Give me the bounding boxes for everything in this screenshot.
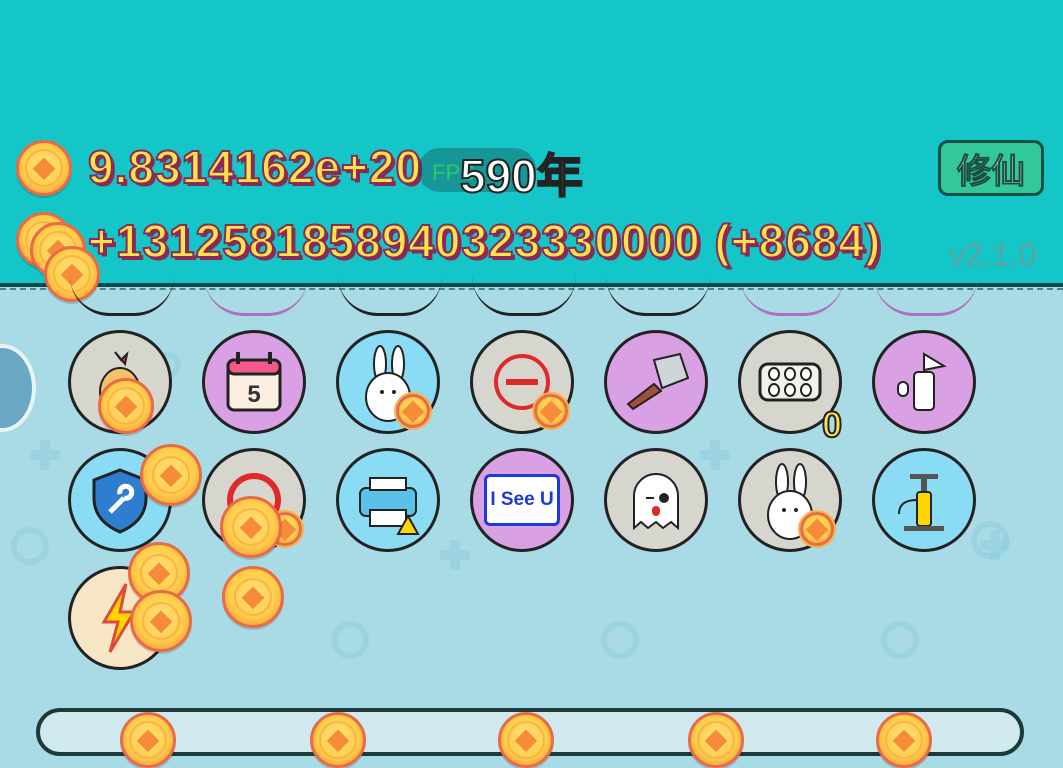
total-coins: 9.8314162e+20 xyxy=(87,140,423,194)
coin-icon xyxy=(130,590,192,652)
coin-icon xyxy=(310,712,366,768)
item-slot-ghost[interactable] xyxy=(604,448,708,552)
item-slot-pump-bottle[interactable] xyxy=(872,330,976,434)
breast-pump-icon xyxy=(897,352,947,411)
coin-icon xyxy=(120,712,176,768)
coin-icon xyxy=(498,712,554,768)
item-slot-calendar[interactable]: 5 xyxy=(202,330,306,434)
egg-tray-icon xyxy=(758,362,822,402)
ghost-icon xyxy=(633,473,679,531)
isee-sign: I See U xyxy=(484,474,560,526)
income-rate: +1312581858940323330000 (+8684) xyxy=(87,214,882,268)
coin-icon xyxy=(98,378,154,434)
year-counter: 590年 xyxy=(459,149,584,203)
coin-icon xyxy=(396,394,430,428)
item-slot-bike-pump[interactable] xyxy=(872,448,976,552)
item-slot-isee[interactable]: I See U xyxy=(470,448,574,552)
version-label: v2.1.0 xyxy=(949,237,1037,273)
cultivate-button[interactable]: 修仙 xyxy=(938,140,1044,196)
bike-pump-icon xyxy=(898,474,944,531)
printer-warning-icon xyxy=(359,477,420,535)
coin-icon xyxy=(688,712,744,768)
cleaver-icon xyxy=(626,352,690,411)
coin-icon xyxy=(800,512,834,546)
coin-icon xyxy=(534,394,568,428)
egg-tray-count: 0 xyxy=(821,403,843,446)
coin-icon xyxy=(140,444,202,506)
item-slot-cleaver[interactable] xyxy=(604,330,708,434)
isee-label: I See U xyxy=(490,489,554,510)
item-slot-printer[interactable] xyxy=(336,448,440,552)
coin-icon xyxy=(876,712,932,768)
calendar-icon: 5 xyxy=(226,352,282,412)
coin-icon xyxy=(222,566,284,628)
coin-icon xyxy=(16,140,72,196)
coin-icon xyxy=(220,496,282,558)
calendar-day: 5 xyxy=(247,381,260,408)
